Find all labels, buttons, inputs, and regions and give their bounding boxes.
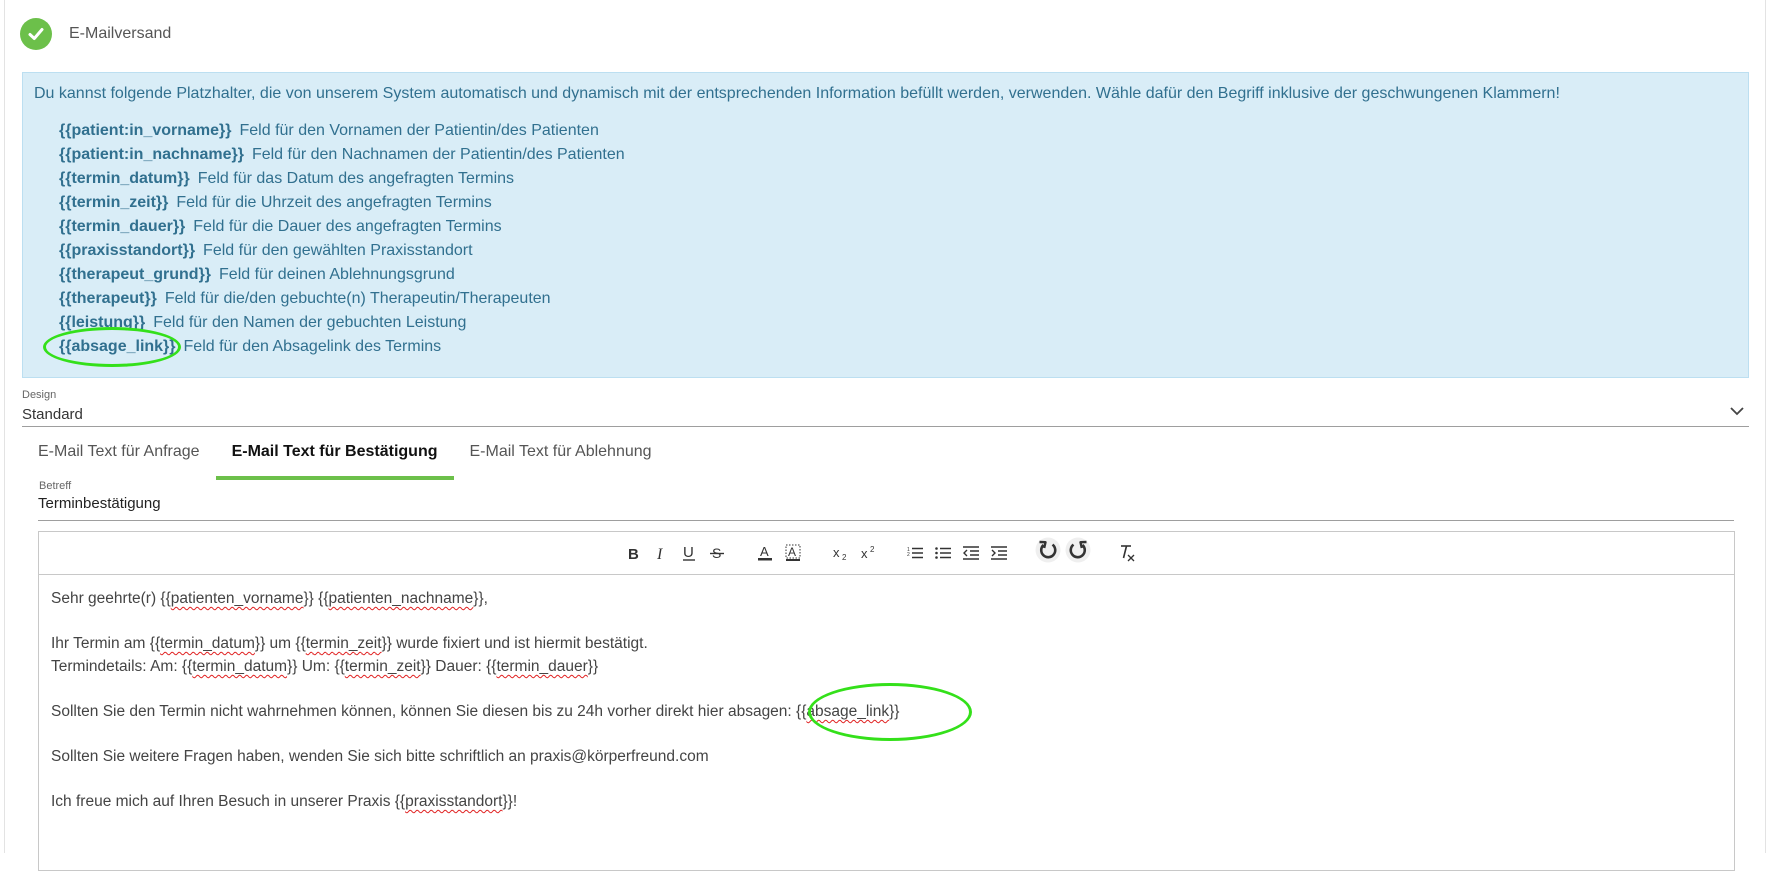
svg-text:2: 2 — [842, 553, 847, 561]
placeholder-key: {{praxisstandort}} — [59, 242, 196, 259]
text-color-icon[interactable]: A — [755, 542, 775, 564]
superscript-icon[interactable]: x2 — [859, 542, 879, 564]
placeholder-key: {{absage_link}} — [59, 338, 176, 355]
chevron-down-icon[interactable] — [1729, 403, 1745, 419]
email-text-tabs: E-Mail Text für Anfrage E-Mail Text für … — [22, 432, 668, 480]
editor-content[interactable]: Sehr geehrte(r) {{patienten_vorname}} {{… — [39, 575, 1734, 825]
placeholder-desc: Feld für den gewählten Praxisstandort — [203, 242, 473, 259]
section-header: E-Mailversand — [20, 18, 171, 50]
placeholder-desc: Feld für deinen Ablehnungsgrund — [219, 266, 455, 283]
rich-text-editor: B I U S A A x2 x2 12 Sehr geehrte(r) {{p… — [38, 531, 1735, 871]
placeholder-info-box: Du kannst folgende Platzhalter, die von … — [22, 72, 1749, 378]
placeholder-item: {{absage_link}} Feld für den Absagelink d… — [59, 335, 625, 359]
bold-icon[interactable]: B — [623, 542, 643, 564]
placeholder-list: {{patient:in_vorname}} Feld für den Vorna… — [59, 119, 625, 359]
placeholder-item: {{leistung}} Feld für den Namen der gebuc… — [59, 311, 625, 335]
strikethrough-icon[interactable]: S — [707, 542, 727, 564]
placeholder-key: {{termin_zeit}} — [59, 194, 169, 211]
italic-icon[interactable]: I — [651, 542, 671, 564]
editor-line-details: Termindetails: Am: {{termin_datum}} Um: … — [51, 658, 599, 675]
placeholder-key: {{termin_datum}} — [59, 170, 190, 187]
placeholder-item: {{praxisstandort}} Feld für den gewählten… — [59, 239, 625, 263]
editor-line-cancel: Sollten Sie den Termin nicht wahrnehmen … — [51, 703, 900, 720]
info-intro-text: Du kannst folgende Platzhalter, die von … — [34, 85, 1560, 102]
tab-ablehnung[interactable]: E-Mail Text für Ablehnung — [454, 432, 668, 476]
svg-text:x: x — [861, 546, 868, 561]
betreff-input[interactable] — [38, 495, 1734, 512]
subscript-icon[interactable]: x2 — [831, 542, 851, 564]
underline-icon[interactable]: U — [679, 542, 699, 564]
svg-text:A: A — [788, 545, 796, 559]
section-title: E-Mailversand — [69, 25, 172, 42]
design-value: Standard — [22, 406, 83, 423]
placeholder-item: {{termin_datum}} Feld für das Datum des a… — [59, 167, 625, 191]
placeholder-desc: Feld für die/den gebuchte(n) Therapeutin… — [164, 290, 551, 307]
placeholder-key: {{therapeut}} — [59, 290, 157, 307]
svg-text:2: 2 — [870, 545, 875, 554]
placeholder-desc: Feld für die Uhrzeit des angefragten Ter… — [176, 194, 492, 211]
placeholder-key: {{leistung}} — [59, 314, 146, 331]
bullet-list-icon[interactable] — [933, 542, 953, 564]
svg-text:I: I — [656, 546, 663, 561]
outdent-icon[interactable] — [961, 542, 981, 564]
betreff-field: Betreff — [38, 480, 1734, 521]
clear-format-icon[interactable] — [1117, 542, 1137, 564]
placeholder-desc: Feld für den Namen der gebuchten Leistun… — [153, 314, 467, 331]
check-circle-icon — [20, 18, 52, 50]
design-select[interactable]: Design Standard — [22, 388, 1749, 427]
svg-text:B: B — [628, 546, 639, 561]
placeholder-desc: Feld für den Nachnamen der Patientin/des… — [251, 146, 625, 163]
placeholder-key: {{patient:in_nachname}} — [59, 146, 244, 163]
editor-line-confirmation: Ihr Termin am {{termin_datum}} um {{term… — [51, 635, 648, 652]
tab-bestaetigung[interactable]: E-Mail Text für Bestätigung — [215, 432, 454, 480]
editor-line-questions: Sollten Sie weitere Fragen haben, wenden… — [51, 748, 709, 765]
betreff-label: Betreff — [39, 480, 72, 492]
design-label: Design — [22, 389, 57, 401]
tab-anfrage[interactable]: E-Mail Text für Anfrage — [22, 432, 216, 476]
placeholder-desc: Feld für das Datum des angefragten Termi… — [197, 170, 515, 187]
placeholder-desc: Feld für den Absagelink des Termins — [183, 338, 442, 355]
placeholder-item: {{therapeut_grund}} Feld für deinen Ableh… — [59, 263, 625, 287]
undo-icon[interactable] — [1035, 537, 1061, 563]
placeholder-item: {{therapeut}} Feld für die/den gebuchte(n… — [59, 287, 625, 311]
placeholder-desc: Feld für die Dauer des angefragten Termi… — [193, 218, 502, 235]
svg-text:A: A — [760, 544, 769, 559]
svg-text:U: U — [683, 544, 694, 561]
placeholder-item: {{termin_zeit}} Feld für die Uhrzeit des … — [59, 191, 625, 215]
redo-icon[interactable] — [1065, 537, 1091, 563]
editor-line-closing: Ich freue mich auf Ihren Besuch in unser… — [51, 793, 518, 810]
svg-text:x: x — [833, 545, 840, 560]
placeholder-key: {{patient:in_vorname}} — [59, 122, 232, 139]
editor-line-greeting: Sehr geehrte(r) {{patienten_vorname}} {{… — [51, 590, 488, 607]
placeholder-key: {{termin_dauer}} — [59, 218, 186, 235]
placeholder-desc: Feld für den Vornamen der Patientin/des … — [239, 122, 599, 139]
indent-icon[interactable] — [989, 542, 1009, 564]
ordered-list-icon[interactable]: 12 — [905, 542, 925, 564]
highlight-icon[interactable]: A — [783, 542, 803, 564]
placeholder-key: {{therapeut_grund}} — [59, 266, 212, 283]
editor-toolbar: B I U S A A x2 x2 12 — [39, 532, 1734, 575]
placeholder-item: {{termin_dauer}} Feld für die Dauer des a… — [59, 215, 625, 239]
placeholder-item: {{patient:in_vorname}} Feld für den Vorna… — [59, 119, 625, 143]
placeholder-item: {{patient:in_nachname}} Feld für den Nach… — [59, 143, 625, 167]
svg-text:2: 2 — [907, 552, 910, 558]
